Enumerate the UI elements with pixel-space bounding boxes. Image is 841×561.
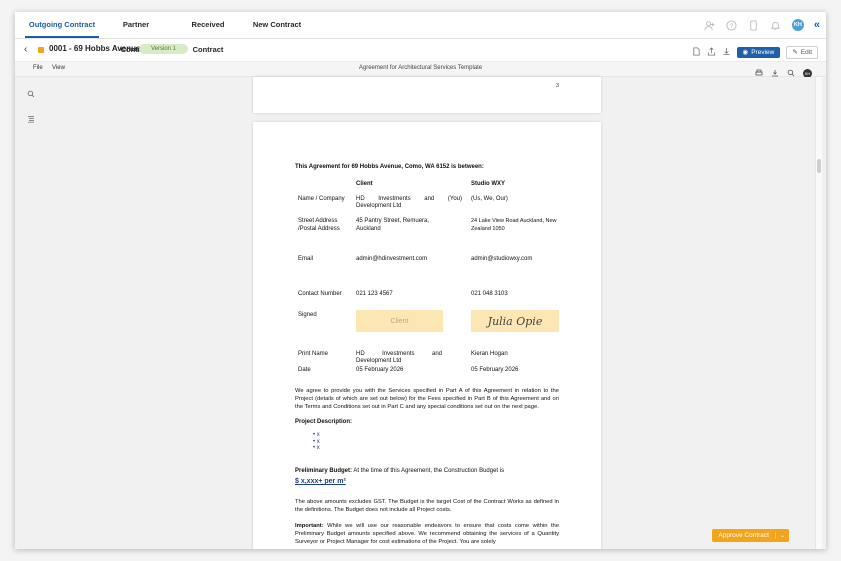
row-label: Street Address /Postal Address [298, 218, 340, 232]
project-description-label: Project Description: [295, 419, 353, 425]
studio-signature-text: Julia Opie [487, 314, 543, 328]
client-address: 45 Pantry Street, Remuera, Auckland [356, 218, 430, 232]
menu-view[interactable]: View [52, 65, 65, 71]
important-paragraph: Important: While we will use our reasona… [295, 522, 559, 546]
back-arrow-icon[interactable]: ‹ [24, 44, 27, 55]
budget-value: $ x,xxx+ per m² [295, 478, 346, 485]
mobile-icon[interactable] [748, 19, 760, 31]
share-icon[interactable] [707, 43, 716, 61]
add-user-icon[interactable] [704, 19, 716, 31]
document-name: Agreement for Architectural Services Tem… [358, 65, 483, 71]
eye-icon: ◉ [742, 48, 749, 56]
studio-phone: 021 048 3103 [471, 291, 508, 297]
chevron-down-icon[interactable]: ⌄ [774, 532, 789, 539]
list-item: • x [313, 445, 320, 451]
row-label: Name / Company [298, 196, 345, 202]
tab-outgoing-contract[interactable]: Outgoing Contract [25, 12, 99, 38]
scrollbar-thumb[interactable] [817, 159, 821, 173]
row-label: Email [298, 256, 314, 262]
client-date: 05 February 2026 [356, 367, 404, 373]
services-paragraph: We agree to provide you with the Service… [295, 388, 559, 410]
approve-contract-label: Approve Contract [718, 532, 769, 539]
download-icon[interactable] [722, 43, 731, 61]
preliminary-budget-label: Preliminary Budget: [295, 468, 353, 474]
studio-email: admin@studiowxy.com [471, 256, 533, 262]
important-text: While we will use our reasonable endeavo… [295, 523, 559, 545]
outline-icon[interactable] [27, 110, 35, 128]
collapse-icon[interactable]: « [814, 19, 820, 31]
document-bar: ‹ 0001 - 69 Hobbs Avenue Version 1 ◉ Pre… [15, 39, 826, 62]
row-label: Contact Number [298, 291, 342, 297]
tab-received-contract[interactable]: Received Contract [176, 12, 240, 54]
document-icon[interactable] [692, 43, 701, 61]
edit-label: Edit [800, 48, 812, 56]
help-icon[interactable]: ? [726, 19, 738, 31]
status-indicator [38, 47, 44, 53]
row-label: Signed [298, 312, 317, 318]
tab-new-contract[interactable]: New Contract [252, 12, 302, 37]
studio-print-name: Kieran Hogan [471, 351, 508, 357]
edit-button[interactable]: ✎ Edit [786, 45, 818, 59]
client-phone: 021 123 4567 [356, 291, 393, 297]
menu-file[interactable]: File [33, 65, 43, 71]
preliminary-budget: Preliminary Budget: At the time of this … [295, 468, 504, 474]
tab-partner-contract[interactable]: Partner Contract [107, 12, 165, 54]
document-workspace: 3 This Agreement for 69 Hobbs Avenue, Co… [15, 77, 826, 549]
client-signature-placeholder: Client [390, 317, 409, 325]
avatar[interactable]: KH [791, 19, 804, 31]
left-toolbar [27, 85, 35, 128]
approve-contract-button[interactable]: Approve Contract ⌄ [712, 529, 789, 542]
preliminary-budget-text: At the time of this Agreement, the Const… [352, 468, 505, 474]
pencil-icon: ✎ [792, 48, 798, 56]
client-column-header: Client [356, 181, 373, 187]
important-label: Important: [295, 523, 324, 529]
document-page: 3 [253, 77, 601, 113]
gst-paragraph: The above amounts excludes GST. The Budg… [295, 499, 559, 513]
row-label: Date [298, 367, 311, 373]
editor-menu-bar: Agreement for Architectural Services Tem… [15, 62, 826, 78]
agreement-heading: This Agreement for 69 Hobbs Avenue, Como… [295, 164, 484, 170]
top-tab-bar: Outgoing Contract Partner Contract Recei… [15, 12, 826, 54]
preview-button[interactable]: ◉ Preview [736, 46, 781, 58]
project-description-list: • x • x • x [313, 432, 320, 452]
client-email: admin@hdinvestment.com [356, 256, 428, 262]
studio-signature[interactable]: Julia Opie [471, 310, 559, 332]
svg-text:?: ? [730, 22, 734, 29]
row-label: Print Name [298, 351, 329, 357]
client-signature-field[interactable]: Client [356, 310, 443, 332]
document-title: 0001 - 69 Hobbs Avenue [49, 44, 141, 53]
scrollbar[interactable] [815, 77, 822, 549]
studio-address: 24 Lake View Road Auckland, New Zealand … [471, 218, 557, 232]
preview-label: Preview [751, 48, 775, 56]
client-print-name: HD Investments and Development Ltd [356, 351, 442, 364]
studio-name: (Us, We, Our) [471, 196, 508, 202]
client-name: HD Investments and (You) Development Ltd [356, 196, 462, 209]
version-badge[interactable]: Version 1 [139, 44, 189, 54]
header-icons: ? KH « [704, 18, 820, 32]
document-actions: ◉ Preview ✎ Edit [692, 43, 818, 61]
search-icon[interactable] [27, 85, 35, 103]
document-page: This Agreement for 69 Hobbs Avenue, Como… [253, 122, 601, 549]
bell-icon[interactable] [770, 19, 782, 31]
app-window: Outgoing Contract Partner Contract Recei… [15, 12, 826, 549]
studio-column-header: Studio WXY [471, 181, 505, 187]
studio-date: 05 February 2026 [471, 367, 519, 373]
page-number: 3 [555, 83, 559, 89]
